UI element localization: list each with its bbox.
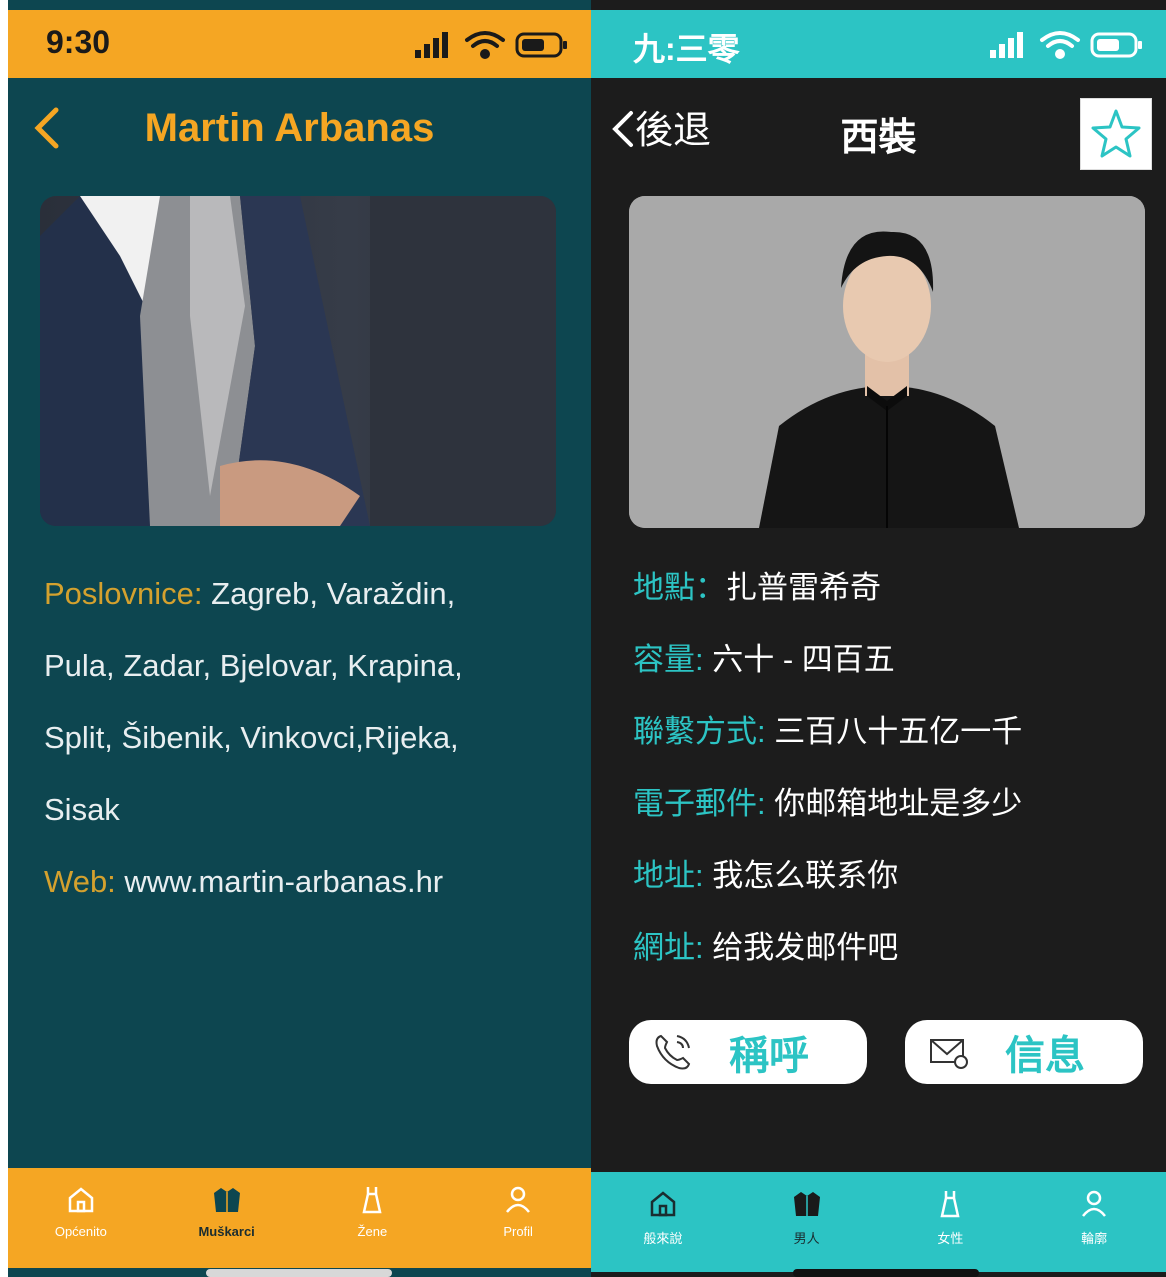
left-phone-screen: 9:30 Martin Arbanas Poslovnice: Zagreb, … bbox=[8, 0, 591, 1277]
info-section: Poslovnice: Zagreb, Varaždin, Pula, Zada… bbox=[44, 558, 571, 918]
tab-bar: 般來說 男人 女性 輪廓 bbox=[591, 1172, 1166, 1272]
info-label: 電子郵件: bbox=[633, 786, 766, 821]
info-value: 六十 - 四百五 bbox=[703, 642, 895, 677]
web-row: Web: www.martin-arbanas.hr bbox=[44, 846, 571, 918]
website-row: 網址: 给我发邮件吧 bbox=[633, 912, 1146, 984]
info-label: 地點： bbox=[633, 570, 726, 605]
person-icon bbox=[506, 1186, 531, 1213]
info-section: 地點：扎普雷希奇 容量: 六十 - 四百五 聯繫方式: 三百八十五亿一千 電子郵… bbox=[633, 552, 1146, 984]
envelope-icon bbox=[930, 1039, 968, 1069]
tab-general[interactable]: 般來說 bbox=[591, 1172, 735, 1272]
branches-row: Poslovnice: Zagreb, Varaždin, bbox=[44, 558, 571, 630]
signal-icon bbox=[990, 32, 1023, 58]
tab-profile[interactable]: Profil bbox=[445, 1168, 591, 1268]
home-icon bbox=[68, 1187, 94, 1213]
info-value: 扎普雷希奇 bbox=[726, 570, 881, 605]
branches-label: Poslovnice: bbox=[44, 576, 203, 611]
action-buttons: 稱呼 信息 bbox=[629, 1020, 1146, 1088]
capacity-row: 容量: 六十 - 四百五 bbox=[633, 624, 1146, 696]
suit-photo bbox=[40, 196, 556, 526]
tab-label: Profil bbox=[503, 1224, 533, 1239]
info-value: 我怎么联系你 bbox=[703, 858, 899, 893]
signal-icon bbox=[415, 32, 448, 58]
status-bar: 9:30 bbox=[8, 10, 591, 78]
message-button-label: 信息 bbox=[1005, 1034, 1085, 1078]
status-time: 九:三零 bbox=[633, 31, 740, 67]
branches-value-line-1: Zagreb, Varaždin, bbox=[202, 576, 456, 611]
dress-icon bbox=[940, 1191, 960, 1218]
info-label: 網址: bbox=[633, 930, 704, 965]
favorite-button[interactable] bbox=[1080, 98, 1152, 170]
tab-label: 輪廓 bbox=[1081, 1231, 1108, 1246]
tab-label: 男人 bbox=[793, 1231, 820, 1246]
dress-icon bbox=[362, 1187, 382, 1214]
info-value: 三百八十五亿一千 bbox=[765, 714, 1023, 749]
wifi-icon bbox=[1040, 31, 1080, 59]
tab-general[interactable]: Općenito bbox=[8, 1168, 154, 1268]
call-button[interactable]: 稱呼 bbox=[629, 1020, 867, 1084]
nav-bar: 後退 西裝 bbox=[591, 78, 1166, 188]
address-row: 地址: 我怎么联系你 bbox=[633, 840, 1146, 912]
tab-profile[interactable]: 輪廓 bbox=[1022, 1172, 1166, 1272]
status-time: 9:30 bbox=[46, 24, 111, 60]
home-indicator bbox=[206, 1269, 392, 1277]
star-icon bbox=[1091, 109, 1141, 158]
info-label: 容量: bbox=[633, 642, 704, 677]
right-phone-screen: 九:三零 後退 西裝 地點：扎普雷希奇 容量: 六十 - 四百五 聯繫方式: 三 bbox=[591, 0, 1166, 1277]
contact-row: 聯繫方式: 三百八十五亿一千 bbox=[633, 696, 1146, 768]
info-label: 地址: bbox=[633, 858, 704, 893]
tab-label: 般來說 bbox=[643, 1231, 683, 1246]
status-icons bbox=[415, 31, 567, 59]
tab-bar: Općenito Muškarci Žene Profil bbox=[8, 1168, 591, 1268]
tab-label: 女性 bbox=[937, 1231, 964, 1246]
tab-women[interactable]: 女性 bbox=[879, 1172, 1023, 1272]
info-value: 你邮箱地址是多少 bbox=[765, 786, 1023, 821]
web-link[interactable]: www.martin-arbanas.hr bbox=[116, 864, 443, 899]
phone-icon bbox=[655, 1034, 691, 1070]
battery-icon bbox=[515, 32, 567, 58]
battery-icon bbox=[1090, 32, 1142, 58]
status-bar: 九:三零 bbox=[591, 10, 1166, 78]
tab-label: Općenito bbox=[54, 1224, 107, 1239]
info-label: 聯繫方式: bbox=[633, 714, 766, 749]
info-value[interactable]: 给我发邮件吧 bbox=[704, 930, 898, 965]
home-icon bbox=[650, 1191, 676, 1217]
home-indicator bbox=[793, 1269, 979, 1277]
branches-value-line-2: Pula, Zadar, Bjelovar, Krapina, bbox=[44, 648, 463, 683]
web-label: Web: bbox=[44, 864, 116, 899]
person-icon bbox=[1082, 1190, 1107, 1217]
jacket-icon bbox=[213, 1188, 240, 1212]
nav-bar: Martin Arbanas bbox=[8, 78, 591, 188]
tab-label: Žene bbox=[357, 1224, 388, 1239]
tab-men[interactable]: Muškarci bbox=[154, 1168, 300, 1268]
branches-value-line-3: Split, Šibenik, Vinkovci,Rijeka, bbox=[44, 720, 459, 755]
model-photo bbox=[629, 196, 1145, 528]
tab-men[interactable]: 男人 bbox=[735, 1172, 879, 1272]
branches-value-line-4: Sisak bbox=[44, 792, 120, 827]
call-button-label: 稱呼 bbox=[729, 1034, 809, 1078]
email-row: 電子郵件: 你邮箱地址是多少 bbox=[633, 768, 1146, 840]
message-button[interactable]: 信息 bbox=[905, 1020, 1143, 1084]
wifi-icon bbox=[465, 31, 505, 59]
page-title: Martin Arbanas bbox=[144, 106, 435, 150]
tab-women[interactable]: Žene bbox=[300, 1168, 446, 1268]
location-row: 地點：扎普雷希奇 bbox=[633, 552, 1146, 624]
tab-label: Muškarci bbox=[198, 1224, 255, 1239]
status-icons bbox=[990, 31, 1142, 59]
jacket-icon bbox=[793, 1192, 820, 1216]
